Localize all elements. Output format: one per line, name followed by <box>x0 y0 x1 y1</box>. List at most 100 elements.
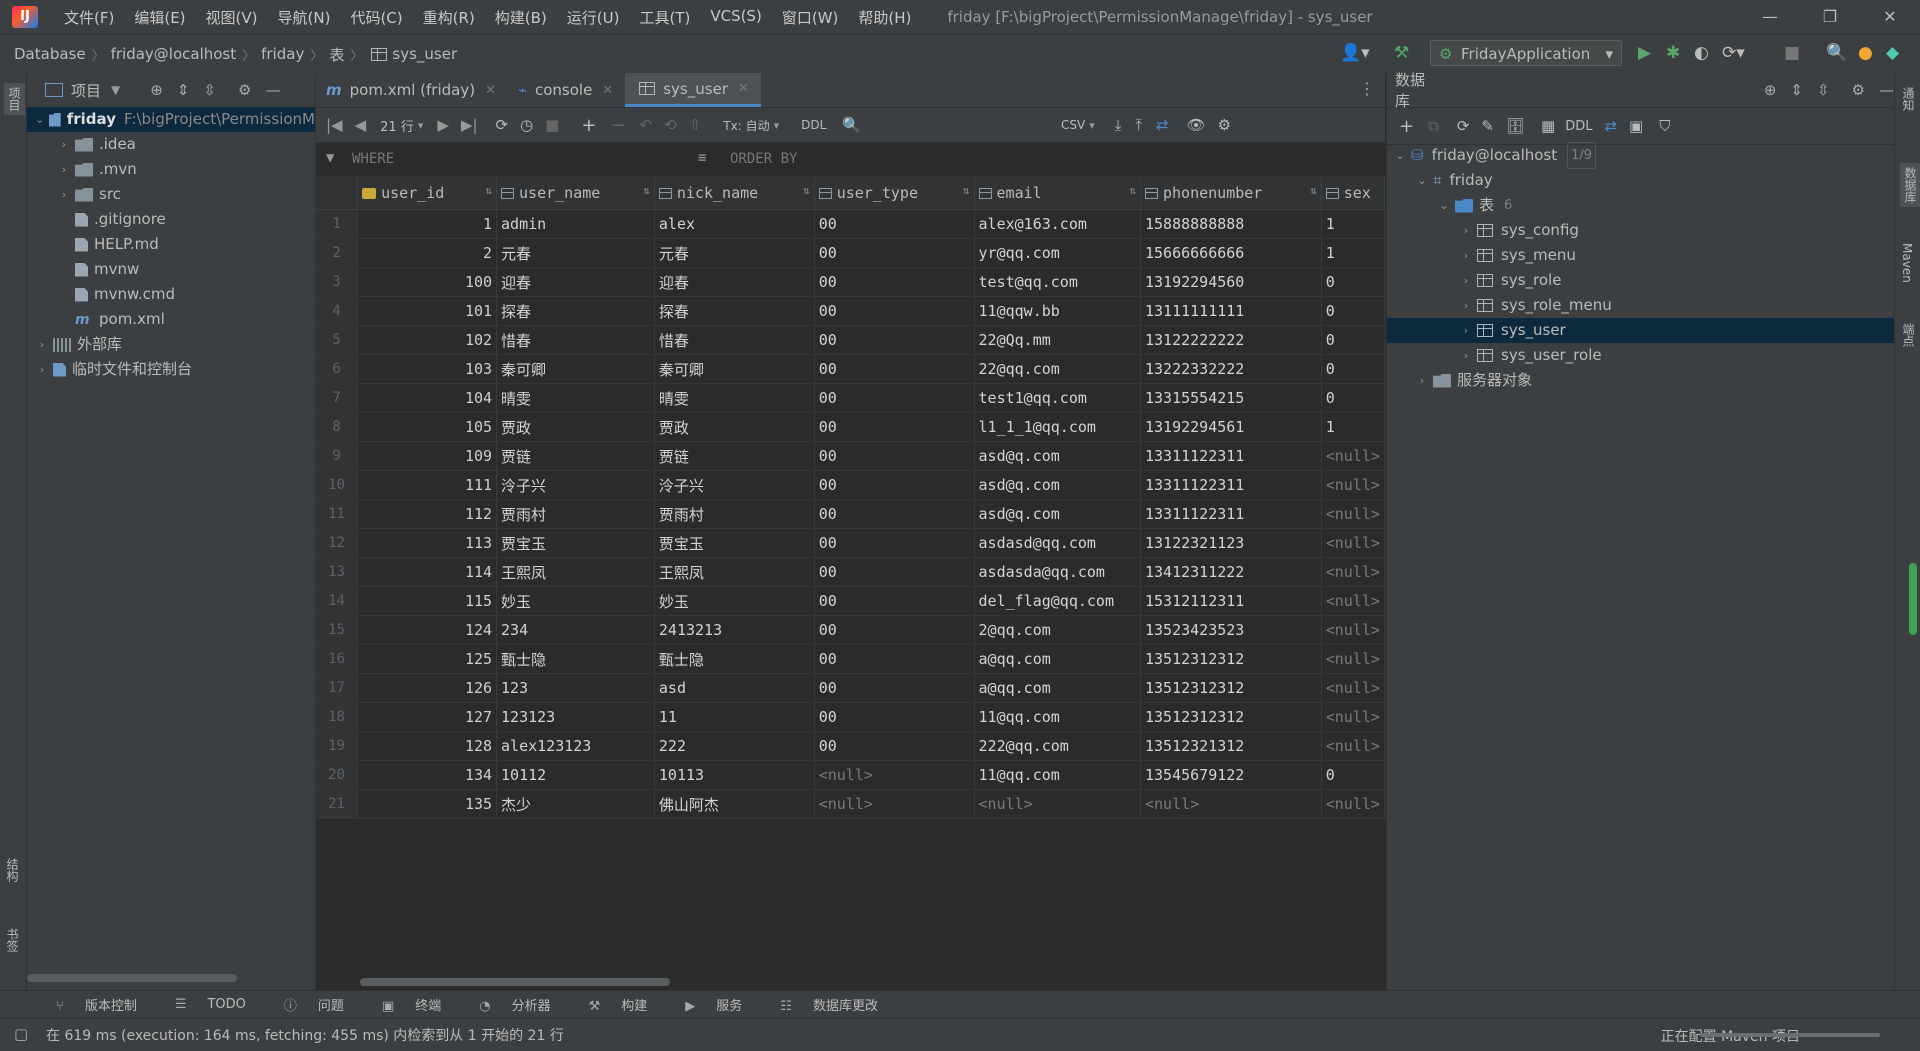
table-cell[interactable]: 15666666666 <box>1140 238 1322 268</box>
table-cell[interactable]: 佛山阿杰 <box>654 789 815 819</box>
table-cell[interactable]: 0 <box>1321 354 1386 384</box>
ddl-button[interactable]: DDL <box>801 118 826 132</box>
project-tree-item[interactable]: › 外部库 <box>27 332 315 357</box>
database-tree-item[interactable]: › sys_user_role <box>1387 343 1894 368</box>
editor-tab[interactable]: sys_user ✕ <box>625 73 761 107</box>
table-cell[interactable]: 11@qqw.bb <box>974 296 1142 326</box>
table-cell[interactable]: 0 <box>1321 296 1386 326</box>
table-cell[interactable]: 13412311222 <box>1140 557 1322 587</box>
table-row[interactable]: 21 135 杰少 佛山阿杰 <null> <null> <null> <null> <box>316 789 1386 819</box>
chevron-right-icon[interactable]: › <box>57 132 71 157</box>
menu-item[interactable]: 帮助(H) <box>848 7 921 28</box>
table-cell[interactable]: 100 <box>357 267 498 297</box>
table-cell[interactable]: 123 <box>496 673 655 703</box>
table-cell[interactable]: 00 <box>814 557 975 587</box>
column-header-user_name[interactable]: user_name ⇅ <box>496 177 655 210</box>
menu-item[interactable]: 重构(R) <box>413 7 485 28</box>
table-cell[interactable]: 1 <box>1321 238 1386 268</box>
project-tree-item[interactable]: › .idea <box>27 132 315 157</box>
chevron-down-icon[interactable]: ⌄ <box>1415 168 1429 193</box>
table-cell[interactable]: del_flag@qq.com <box>974 586 1142 616</box>
add-icon[interactable]: + <box>1399 116 1414 137</box>
refresh-icon[interactable]: ⟳ <box>496 116 509 134</box>
close-icon[interactable]: ✕ <box>1860 0 1920 34</box>
filter-icon[interactable]: ⛉ <box>1659 117 1670 135</box>
table-cell[interactable]: <null> <box>814 760 975 790</box>
table-cell[interactable]: 13122321123 <box>1140 528 1322 558</box>
tool-window-endpoints[interactable]: 端点 <box>1900 323 1917 347</box>
table-row[interactable]: 14 115 妙玉 妙玉 00 del_flag@qq.com 15312112311 <nu… <box>316 586 1386 616</box>
table-cell[interactable]: 105 <box>357 412 498 442</box>
close-tab-icon[interactable]: ✕ <box>738 81 749 96</box>
project-tree-item[interactable]: ⌄ friday F:\bigProject\PermissionM <box>27 107 315 132</box>
table-cell[interactable]: 15312112311 <box>1140 586 1322 616</box>
table-cell[interactable]: 13512321312 <box>1140 731 1322 761</box>
table-row[interactable]: 2 2 元春 元春 00 yr@qq.com 15666666666 1 <box>316 238 1386 268</box>
menu-item[interactable]: VCS(S) <box>700 7 771 28</box>
table-cell[interactable]: <null> <box>1321 528 1386 558</box>
table-cell[interactable]: 泠子兴 <box>496 470 655 500</box>
locate-icon[interactable]: ⊕ <box>1764 81 1777 99</box>
debug-icon[interactable]: ✱ <box>1666 43 1680 63</box>
breadcrumb-item[interactable]: Database <box>14 45 86 63</box>
table-row[interactable]: 4 101 探春 探春 00 11@qqw.bb 13111111111 0 <box>316 296 1386 326</box>
table-cell[interactable]: 王熙凤 <box>496 557 655 587</box>
project-tree-item[interactable]: HELP.md <box>27 232 315 257</box>
table-cell[interactable]: <null> <box>1321 557 1386 587</box>
bottom-tool-profiler[interactable]: ◔ 分析器 <box>463 995 550 1014</box>
table-row[interactable]: 11 112 贾雨村 贾雨村 00 asd@q.com 13311122311 <null> <box>316 499 1386 529</box>
editor-tab[interactable]: m pom.xml (friday) ✕ <box>316 73 508 107</box>
breadcrumb-item[interactable]: sys_user <box>392 45 457 63</box>
table-cell[interactable]: 00 <box>814 383 975 413</box>
table-cell[interactable]: 00 <box>814 615 975 645</box>
profile-icon[interactable]: ⟳▾ <box>1722 43 1745 63</box>
database-console-icon[interactable]: 🗄 <box>1506 117 1525 135</box>
menu-item[interactable]: 工具(T) <box>629 7 700 28</box>
table-cell[interactable]: 0 <box>1321 325 1386 355</box>
view-icon[interactable]: 👁 <box>1187 116 1206 134</box>
jump-to-icon[interactable]: ⇄ <box>1604 117 1617 135</box>
project-tree-item[interactable]: m pom.xml <box>27 307 315 332</box>
project-tree-item[interactable]: › 临时文件和控制台 <box>27 357 315 382</box>
menu-item[interactable]: 视图(V) <box>196 7 268 28</box>
table-cell[interactable]: 13315554215 <box>1140 383 1322 413</box>
table-cell[interactable]: 13311122311 <box>1140 441 1322 471</box>
project-tree-item[interactable]: › src <box>27 182 315 207</box>
breadcrumb-item[interactable]: friday@localhost <box>111 45 237 63</box>
gear-icon[interactable]: ⚙ <box>238 81 251 99</box>
chevron-down-icon[interactable]: ⌄ <box>1393 143 1407 168</box>
table-cell[interactable]: 贾政 <box>496 412 655 442</box>
expand-all-icon[interactable]: ⇕ <box>1790 81 1803 99</box>
column-header-phonenumber[interactable]: phonenumber ⇅ <box>1140 177 1322 210</box>
table-cell[interactable]: asd@q.com <box>974 441 1142 471</box>
memory-indicator[interactable] <box>1909 563 1917 635</box>
run-configuration-select[interactable]: ⚙ FridayApplication ▾ <box>1430 40 1622 66</box>
table-row[interactable]: 16 125 甄士隐 甄士隐 00 a@qq.com 13512312312 <null> <box>316 644 1386 674</box>
close-tab-icon[interactable]: ✕ <box>485 83 496 98</box>
table-cell[interactable]: 甄士隐 <box>496 644 655 674</box>
chevron-down-icon[interactable]: ⌄ <box>1437 193 1451 218</box>
table-cell[interactable]: 109 <box>357 441 498 471</box>
table-cell[interactable]: 贾宝玉 <box>654 528 815 558</box>
expand-all-icon[interactable]: ⇕ <box>177 81 190 99</box>
table-cell[interactable]: 111 <box>357 470 498 500</box>
table-cell[interactable]: <null> <box>1321 702 1386 732</box>
table-cell[interactable]: <null> <box>1321 731 1386 761</box>
column-header-nick_name[interactable]: nick_name ⇅ <box>654 177 815 210</box>
table-cell[interactable]: 0 <box>1321 383 1386 413</box>
chevron-right-icon[interactable]: › <box>57 182 71 207</box>
table-cell[interactable]: 13512312312 <box>1140 644 1322 674</box>
first-page-icon[interactable]: |◀ <box>326 116 343 134</box>
table-cell[interactable]: 22@Qq.mm <box>974 325 1142 355</box>
bottom-tool-build[interactable]: ⚒ 构建 <box>573 995 648 1014</box>
table-cell[interactable]: 1 <box>1321 209 1386 239</box>
table-cell[interactable]: 杰少 <box>496 789 655 819</box>
table-cell[interactable]: 贾雨村 <box>654 499 815 529</box>
menu-item[interactable]: 窗口(W) <box>772 7 849 28</box>
table-cell[interactable]: 元春 <box>496 238 655 268</box>
table-cell[interactable]: 秦可卿 <box>654 354 815 384</box>
database-tree-item[interactable]: › sys_role_menu <box>1387 293 1894 318</box>
column-header-sex[interactable]: sex <box>1321 177 1386 210</box>
database-tree-item[interactable]: › sys_config <box>1387 218 1894 243</box>
table-cell[interactable]: 晴雯 <box>654 383 815 413</box>
